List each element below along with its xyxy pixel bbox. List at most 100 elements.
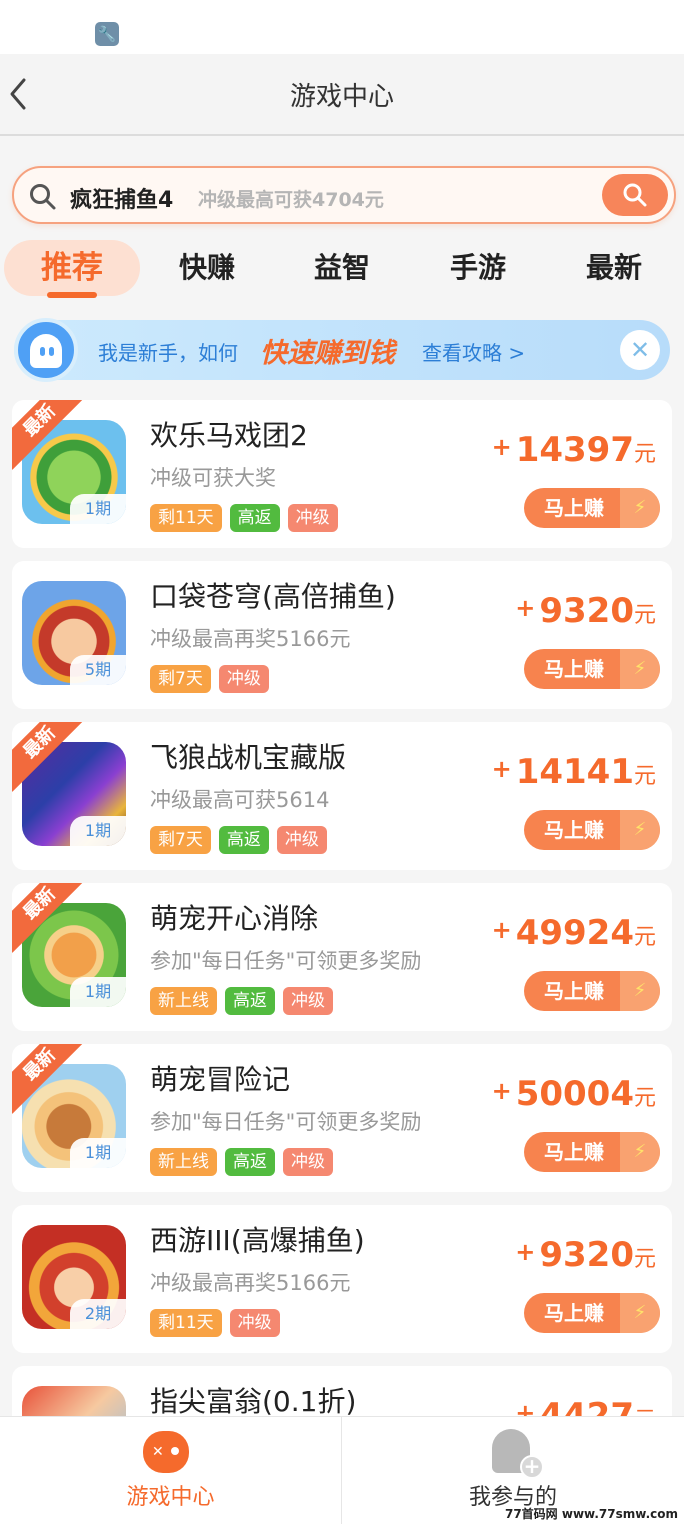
game-name: 指尖富翁(0.1折)	[150, 1385, 357, 1418]
tag-level-up: 冲级	[287, 504, 338, 532]
earn-now-button[interactable]: 马上赚 ⚡	[524, 810, 660, 850]
earn-now-label: 马上赚	[544, 657, 604, 681]
game-desc: 参加"每日任务"可领更多奖励	[150, 949, 422, 973]
wrench-icon: 🔧	[95, 22, 119, 46]
game-card[interactable]: 1期 最新 欢乐马戏团2 冲级可获大奖 剩11天 高返 冲级 +14397元 马…	[12, 400, 672, 548]
page-title: 游戏中心	[289, 82, 394, 112]
bolt-icon: ⚡	[620, 649, 660, 689]
reward-amount: 50004	[515, 1074, 634, 1114]
game-desc: 冲级最高再奖5166元	[150, 1271, 351, 1295]
earn-now-button[interactable]: 马上赚 ⚡	[524, 649, 660, 689]
game-name: 西游III(高爆捕鱼)	[150, 1224, 365, 1257]
tag-high-return: 高返	[225, 987, 275, 1015]
tag-days-left: 剩7天	[150, 665, 211, 693]
bolt-icon: ⚡	[620, 1132, 660, 1172]
game-name: 口袋苍穹(高倍捕鱼)	[150, 580, 396, 613]
tag-high-return: 高返	[218, 826, 269, 854]
tag-row: 剩7天 冲级	[150, 665, 269, 693]
watermark: 77首码网 www.77smw.com	[504, 1507, 678, 1521]
game-desc: 冲级最高可获5614	[150, 788, 330, 812]
search-bar[interactable]: 疯狂捕鱼4 冲级最高可获4704元	[12, 166, 676, 224]
tab-quick-earn[interactable]: 快赚	[139, 240, 275, 296]
tag-level-up: 冲级	[283, 1148, 333, 1176]
earn-now-button[interactable]: 马上赚 ⚡	[524, 1293, 660, 1333]
tab-puzzle[interactable]: 益智	[274, 240, 410, 296]
bolt-icon: ⚡	[620, 488, 660, 528]
gamepad-icon[interactable]: ✕	[143, 1431, 189, 1473]
earn-now-button[interactable]: 马上赚 ⚡	[524, 971, 660, 1011]
reward-unit: 元	[633, 1247, 656, 1272]
search-icon	[30, 184, 56, 210]
guide-highlight: 快速赚到钱	[260, 338, 395, 369]
earn-now-label: 马上赚	[544, 496, 604, 520]
tag-days-left: 剩7天	[150, 826, 211, 854]
nav-bar: 游戏中心	[0, 54, 684, 136]
earn-now-label: 马上赚	[544, 979, 604, 1003]
tag-row: 新上线 高返 冲级	[150, 1148, 333, 1176]
category-tabs: 推荐 快赚 益智 手游 最新	[0, 236, 684, 300]
bolt-icon: ⚡	[620, 971, 660, 1011]
view-guide-link[interactable]: 查看攻略 >	[422, 337, 525, 366]
tag-new-launch: 新上线	[150, 1148, 217, 1176]
tag-row: 剩11天 冲级	[150, 1309, 280, 1337]
tag-row: 新上线 高返 冲级	[150, 987, 333, 1015]
game-card[interactable]: 1期 最新 萌宠冒险记 参加"每日任务"可领更多奖励 新上线 高返 冲级 +50…	[12, 1044, 672, 1192]
search-button[interactable]	[602, 174, 668, 216]
reward: +50004元	[491, 1074, 656, 1114]
game-name: 飞狼战机宝藏版	[150, 741, 347, 774]
tag-new-launch: 新上线	[150, 987, 217, 1015]
ghost-add-icon[interactable]: +	[492, 1429, 544, 1479]
search-keyword: 疯狂捕鱼4	[70, 188, 174, 213]
search-icon	[623, 183, 647, 207]
tag-days-left: 剩11天	[150, 504, 222, 532]
reward: +9320元	[515, 1235, 656, 1275]
game-name: 萌宠开心消除	[150, 902, 319, 935]
period-badge: 1期	[70, 494, 126, 524]
close-icon[interactable]: ✕	[620, 330, 660, 370]
game-desc: 冲级最高再奖5166元	[150, 627, 351, 651]
tag-row: 剩7天 高返 冲级	[150, 826, 327, 854]
reward-amount: 14141	[515, 752, 634, 792]
tab-mobile-games[interactable]: 手游	[410, 240, 546, 296]
period-badge: 1期	[70, 977, 126, 1007]
period-badge: 1期	[70, 816, 126, 846]
earn-now-button[interactable]: 马上赚 ⚡	[524, 1132, 660, 1172]
game-name: 欢乐马戏团2	[150, 419, 308, 452]
tag-days-left: 剩11天	[150, 1309, 222, 1337]
tab-recommend[interactable]: 推荐	[4, 240, 140, 296]
bolt-icon: ⚡	[620, 1293, 660, 1333]
game-card[interactable]: 1期 最新 飞狼战机宝藏版 冲级最高可获5614 剩7天 高返 冲级 +1414…	[12, 722, 672, 870]
active-tab-indicator	[47, 292, 97, 298]
tag-row: 剩11天 高返 冲级	[150, 504, 338, 532]
tag-level-up: 冲级	[229, 1309, 280, 1337]
reward-unit: 元	[633, 925, 656, 950]
tag-level-up: 冲级	[276, 826, 327, 854]
earn-now-button[interactable]: 马上赚 ⚡	[524, 488, 660, 528]
status-bar: 🔧	[0, 0, 684, 54]
tag-high-return: 高返	[225, 1148, 275, 1176]
bolt-icon: ⚡	[620, 810, 660, 850]
reward: +14141元	[491, 752, 656, 792]
reward-amount: 14397	[515, 430, 634, 470]
earn-now-label: 马上赚	[544, 1140, 604, 1164]
tag-level-up: 冲级	[283, 987, 333, 1015]
tag-high-return: 高返	[229, 504, 280, 532]
game-card[interactable]: 5期 口袋苍穹(高倍捕鱼) 冲级最高再奖5166元 剩7天 冲级 +9320元 …	[12, 561, 672, 709]
game-desc: 参加"每日任务"可领更多奖励	[150, 1110, 422, 1134]
bottom-nav: ✕ 游戏中心 + 我参与的 77首码网 www.77smw.com	[0, 1416, 684, 1524]
game-card[interactable]: 2期 西游III(高爆捕鱼) 冲级最高再奖5166元 剩11天 冲级 +9320…	[12, 1205, 672, 1353]
game-name: 萌宠冒险记	[150, 1063, 291, 1096]
tab-newest[interactable]: 最新	[546, 240, 682, 296]
reward-unit: 元	[633, 1086, 656, 1111]
beginner-guide-banner[interactable]: 我是新手，如何 快速赚到钱 查看攻略 > ✕	[14, 318, 670, 382]
ghost-icon	[14, 318, 78, 382]
tag-level-up: 冲级	[218, 665, 269, 693]
reward-amount: 49924	[515, 913, 634, 953]
reward-unit: 元	[633, 764, 656, 789]
game-thumbnail: 5期	[22, 581, 126, 685]
period-badge: 2期	[70, 1299, 126, 1329]
nav-item-game-center[interactable]: 游戏中心	[0, 1479, 341, 1511]
game-card[interactable]: 1期 最新 萌宠开心消除 参加"每日任务"可领更多奖励 新上线 高返 冲级 +4…	[12, 883, 672, 1031]
search-hint: 冲级最高可获4704元	[198, 189, 384, 211]
earn-now-label: 马上赚	[544, 1301, 604, 1325]
